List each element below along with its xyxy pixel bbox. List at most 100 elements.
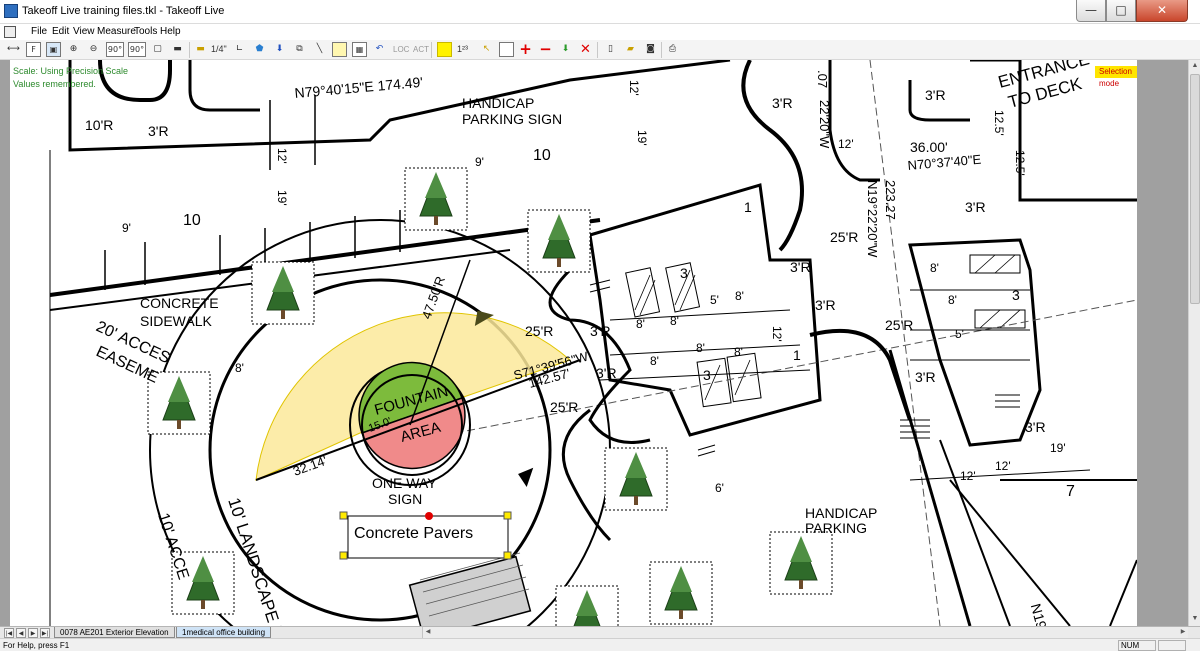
menu-view[interactable]: View <box>73 26 95 37</box>
resize-handle-tl[interactable] <box>339 511 348 520</box>
next-sheet-icon[interactable]: ▶ <box>28 628 38 638</box>
tree-symbol[interactable] <box>404 167 468 231</box>
sheet-tab-bar: |◀ ◀ ▶ ▶| 0078 AE201 Exterior Elevation … <box>0 626 1200 638</box>
close-button[interactable]: ✕ <box>1136 0 1188 22</box>
scroll-right-icon[interactable]: ▶ <box>1178 627 1188 637</box>
drop-arrow-icon[interactable]: ⬇ <box>272 42 287 57</box>
count-button[interactable]: 1²³ <box>457 44 468 54</box>
annotation-text[interactable]: Concrete Pavers <box>354 525 473 542</box>
site-plan-drawing[interactable]: N79°40'15"E 174.49' HANDICAP PARKING SIG… <box>10 60 1137 626</box>
tree-symbol[interactable] <box>604 447 668 511</box>
tree-symbol[interactable] <box>649 561 713 625</box>
concrete-pavers-annotation[interactable]: Concrete Pavers <box>339 511 512 560</box>
copy-shape-icon[interactable]: ⧉ <box>292 42 307 57</box>
label-dim-07: .07 <box>815 70 830 88</box>
prev-sheet-icon[interactable]: ◀ <box>16 628 26 638</box>
label-dim-22: 22'20"W <box>817 100 832 149</box>
num-lock-indicator: NUM <box>1118 640 1156 651</box>
toolbar: ⟷ F ▣ ⊕ ⊖ 90° 90° ▢ ▬ ▬ 1/4" ∟ ⬟ ⬇ ⧉ ╲ ▦… <box>0 40 1200 60</box>
label-lot-1-a: 1 <box>744 199 752 215</box>
menu-edit[interactable]: Edit <box>52 26 69 37</box>
tree-symbol[interactable] <box>527 209 591 273</box>
blank-tool-icon[interactable] <box>499 42 514 57</box>
tree-symbol[interactable] <box>769 531 833 595</box>
last-sheet-icon[interactable]: ▶| <box>40 628 50 638</box>
rotate-handle[interactable] <box>425 512 433 520</box>
zoom-in-icon[interactable]: ⊕ <box>66 42 81 57</box>
scale-ruler-icon[interactable]: ▬ <box>193 42 208 57</box>
label-r-3-i: 3'R <box>915 369 936 385</box>
highlight-icon[interactable] <box>437 42 452 57</box>
label-handicap-parking-2: PARKING <box>805 520 867 536</box>
label-dim-8-a: 8' <box>636 317 645 331</box>
window-title: Takeoff Live training files.tkl - Takeof… <box>22 5 225 17</box>
undo-curve-icon[interactable]: ↶ <box>372 42 387 57</box>
resize-handle-bl[interactable] <box>339 551 348 560</box>
open-folder-icon[interactable]: ▰ <box>623 42 638 57</box>
toolbar-separator <box>597 42 598 58</box>
menu-measure[interactable]: Measure <box>97 26 136 37</box>
label-r-3-a: 3'R <box>148 123 169 139</box>
resize-handle-br[interactable] <box>503 551 512 560</box>
fit-page-icon[interactable]: F <box>26 42 41 57</box>
page-icon[interactable]: ▢ <box>150 42 165 57</box>
label-dist-36: 36.00' <box>910 139 948 155</box>
label-concrete: CONCRETE <box>140 295 219 311</box>
line-tool-icon[interactable]: ╲ <box>312 42 327 57</box>
vertical-scrollbar[interactable]: ▲ ▼ <box>1188 60 1200 626</box>
fit-width-icon[interactable]: ⟷ <box>6 42 21 57</box>
grid-tool-icon[interactable]: ▦ <box>352 42 367 57</box>
select-pointer-icon[interactable]: ↖ <box>479 42 494 57</box>
tree-symbol[interactable] <box>147 371 211 435</box>
resize-handle-tr[interactable] <box>503 511 512 520</box>
label-dim-19-b: 19' <box>635 130 649 146</box>
first-sheet-icon[interactable]: |◀ <box>4 628 14 638</box>
drawing-canvas[interactable]: N79°40'15"E 174.49' HANDICAP PARKING SIG… <box>10 60 1137 626</box>
label-lot-3-c: 3 <box>1012 287 1020 303</box>
menu-tools[interactable]: Tools <box>134 26 157 37</box>
delete-icon[interactable]: ✕ <box>578 42 593 57</box>
linear-measure-icon[interactable]: ∟ <box>232 42 247 57</box>
vertical-scroll-thumb[interactable] <box>1190 74 1200 304</box>
tree-symbol[interactable] <box>251 261 315 325</box>
label-dim-125-b: 12.5' <box>1013 150 1027 176</box>
title-bar: Takeoff Live training files.tkl - Takeof… <box>0 0 1200 24</box>
area-measure-icon[interactable]: ⬟ <box>252 42 267 57</box>
label-dim-5-b: 5' <box>955 327 964 341</box>
label-lot-3-a: 3 <box>680 265 688 281</box>
ruler-icon[interactable]: ▬ <box>170 42 185 57</box>
label-dim-12-d: 12' <box>770 326 784 342</box>
status-help-text: For Help, press F1 <box>3 641 70 650</box>
document-menu-icon[interactable] <box>4 26 16 38</box>
label-dim-8-e: 8' <box>650 354 659 368</box>
minimize-button[interactable]: — <box>1076 0 1106 22</box>
tab-sheet-medical-office[interactable]: 1medical office building <box>176 627 272 638</box>
print-icon[interactable]: ⎙ <box>665 42 680 57</box>
remove-icon[interactable]: − <box>538 42 553 57</box>
menu-help[interactable]: Help <box>160 26 181 37</box>
zoom-window-icon[interactable]: ▣ <box>46 42 61 57</box>
new-file-icon[interactable]: ▯ <box>603 42 618 57</box>
scroll-left-icon[interactable]: ◀ <box>423 627 433 637</box>
tab-sheet-exterior-elevation[interactable]: 0078 AE201 Exterior Elevation <box>54 627 175 638</box>
label-dim-12-f: 12' <box>995 459 1011 473</box>
scale-fraction[interactable]: 1/4" <box>211 44 227 54</box>
act-button[interactable]: ACT <box>413 45 429 54</box>
scroll-down-icon[interactable]: ▼ <box>1190 613 1200 625</box>
maximize-button[interactable]: □ <box>1106 0 1136 22</box>
menu-file[interactable]: File <box>31 26 47 37</box>
zoom-out-icon[interactable]: ⊖ <box>86 42 101 57</box>
label-dim-19-a: 19' <box>275 190 289 206</box>
label-r-10: 10'R <box>85 117 113 133</box>
scroll-up-icon[interactable]: ▲ <box>1190 60 1200 72</box>
rotate-right-icon[interactable]: 90° <box>128 42 146 57</box>
note-tool-icon[interactable] <box>332 42 347 57</box>
loc-button[interactable]: LOC <box>393 45 409 54</box>
add-icon[interactable]: + <box>518 42 533 57</box>
import-icon[interactable]: ⬇ <box>558 42 573 57</box>
horizontal-scrollbar[interactable]: ◀ ▶ <box>422 627 1188 638</box>
label-r-3-c: 3'R <box>925 87 946 103</box>
rotate-left-icon[interactable]: 90° <box>106 42 124 57</box>
save-icon[interactable]: ◙ <box>643 42 658 57</box>
tree-symbol[interactable] <box>555 585 619 626</box>
